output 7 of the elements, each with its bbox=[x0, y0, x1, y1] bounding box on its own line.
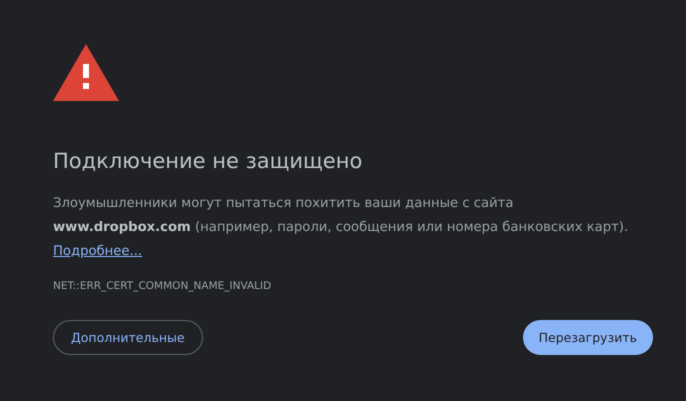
warning-message: Злоумышленники могут пытаться похитить ваши данные с сайта www.dropbox.com (например, пароли, сообщения или номера банковских карт). Подробнее... bbox=[53, 195, 630, 261]
error-code: NET::ERR_CERT_COMMON_NAME_INVALID bbox=[53, 280, 272, 292]
reload-button[interactable]: Перезагрузить bbox=[522, 320, 653, 355]
warning-icon bbox=[53, 44, 119, 101]
page-heading: Подключение не защищено bbox=[53, 148, 364, 175]
advanced-button[interactable]: Дополнительные bbox=[53, 320, 203, 355]
details-link[interactable]: Подробнее... bbox=[53, 244, 142, 259]
